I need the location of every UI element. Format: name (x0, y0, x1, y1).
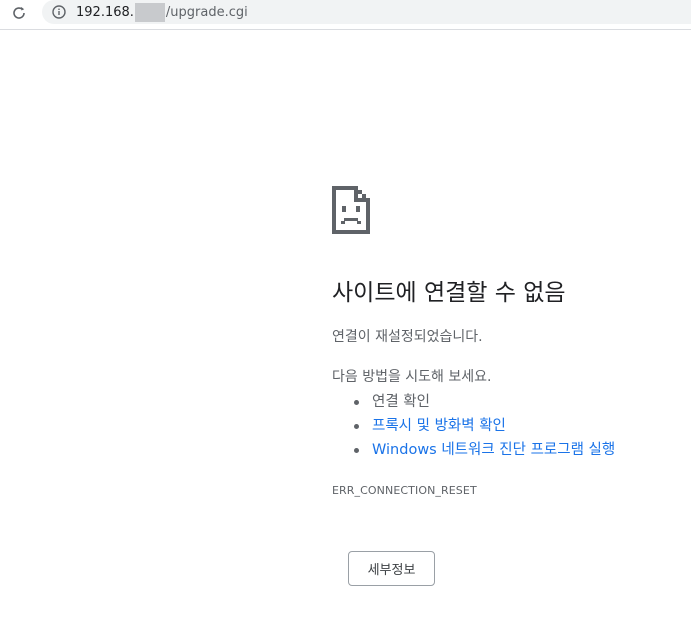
error-code: ERR_CONNECTION_RESET (332, 484, 477, 497)
url-redaction (134, 2, 165, 22)
error-description: 연결이 재설정되었습니다. (332, 329, 483, 345)
suggestions-list: 연결 확인 프록시 및 방화벽 확인 Windows 네트워크 진단 프로그램 … (332, 390, 682, 462)
details-button[interactable]: 세부정보 (348, 551, 435, 586)
sad-page-icon (332, 186, 370, 234)
address-bar[interactable]: 192.168. /upgrade.cgi (42, 0, 691, 24)
suggestion-check-connection: 연결 확인 (354, 390, 682, 414)
error-content: 사이트에 연결할 수 없음 연결이 재설정되었습니다. 다음 방법을 시도해 보… (332, 186, 682, 497)
suggestion-run-diagnostics-link[interactable]: Windows 네트워크 진단 프로그램 실행 (354, 438, 682, 462)
suggestions-heading: 다음 방법을 시도해 보세요. (332, 369, 492, 385)
url-text[interactable]: 192.168. /upgrade.cgi (76, 2, 248, 22)
reload-button[interactable] (8, 2, 30, 24)
info-icon[interactable] (52, 5, 66, 19)
reload-icon (13, 6, 25, 19)
url-path: /upgrade.cgi (165, 4, 248, 20)
browser-toolbar: 192.168. /upgrade.cgi (0, 0, 691, 30)
page-title: 사이트에 연결할 수 없음 (332, 280, 566, 306)
suggestion-check-proxy-link[interactable]: 프록시 및 방화벽 확인 (354, 414, 682, 438)
url-host: 192.168. (76, 4, 134, 20)
